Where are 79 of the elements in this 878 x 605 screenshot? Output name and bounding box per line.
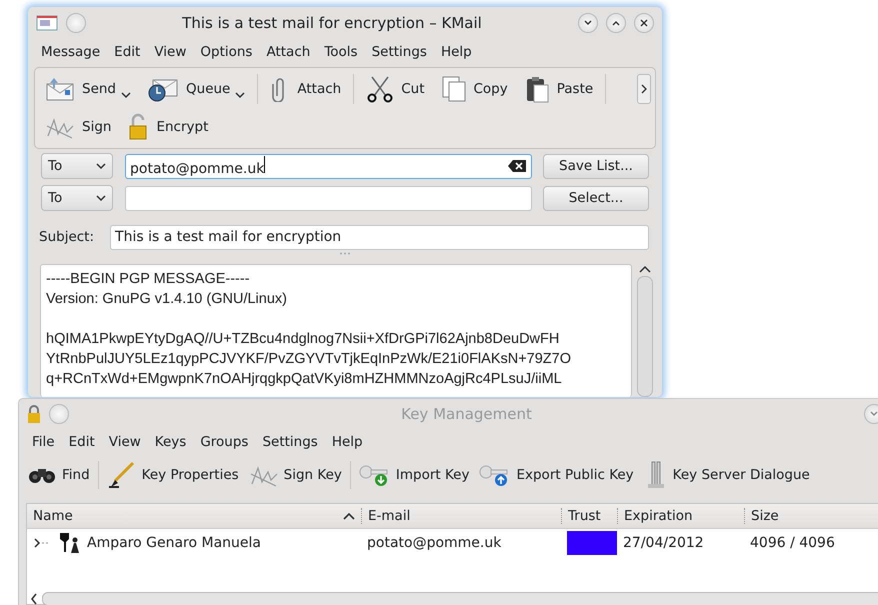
toolbar-button[interactable]: Paste xyxy=(518,73,600,105)
recipient-field[interactable]: potato@pomme.uk xyxy=(125,154,532,178)
message-line: q+RCnTxWd+EMgwpnK7nOAHjrqgkpQatVKyi8mHZHMMNzoAgjRc4PLsuJ/iiML xyxy=(46,370,563,389)
toolbar-button[interactable]: Export Public Key xyxy=(475,461,638,489)
toolbar-button[interactable]: Copy xyxy=(434,73,514,105)
pages-icon xyxy=(440,75,466,103)
pin-button[interactable] xyxy=(49,404,69,424)
menu-item[interactable]: Settings xyxy=(255,432,325,452)
window-title: This is a test mail for encryption – KMail xyxy=(181,14,483,32)
menu-item[interactable]: Tools xyxy=(317,42,365,62)
message-line: -----BEGIN PGP MESSAGE----- xyxy=(46,270,251,289)
window-title: Key Management xyxy=(400,405,533,423)
caret-icon xyxy=(235,91,246,99)
close-icon xyxy=(639,18,649,28)
column-header[interactable]: Size xyxy=(744,508,874,524)
recipient-type-dropdown[interactable]: To xyxy=(41,153,113,179)
pen-icon xyxy=(106,461,137,489)
key-pair-icon xyxy=(57,531,81,555)
table-cell: 4096 / 4096 xyxy=(750,535,835,551)
scrollbar[interactable] xyxy=(637,276,653,397)
padlock-icon xyxy=(127,113,150,141)
message-line: YtRnbPulJUY5LEz1qypPCJVYKF/PvZGYVTvTjkEqInPzWk/E21i0FlAKsN+79Z7O xyxy=(46,350,572,369)
toolbar-button[interactable]: Sign xyxy=(39,112,118,142)
clear-field-icon xyxy=(507,159,527,173)
close-button[interactable] xyxy=(634,13,654,33)
caret-icon xyxy=(121,91,132,99)
column-header[interactable]: Expiration xyxy=(617,508,744,524)
toolbar-button[interactable]: Import Key xyxy=(354,461,474,489)
menu-item[interactable]: View xyxy=(102,432,148,452)
column-header[interactable]: E-mail xyxy=(361,508,561,524)
sort-ascending-icon xyxy=(343,512,355,520)
maximize-button[interactable] xyxy=(606,13,626,33)
menu-item[interactable]: Settings xyxy=(364,42,434,62)
subject-field[interactable]: This is a test mail for encryption xyxy=(110,224,649,250)
column-header[interactable]: Name xyxy=(27,508,361,524)
message-body[interactable] xyxy=(40,264,632,397)
field-label: Subject: xyxy=(39,229,94,245)
toolbar-button[interactable]: Cut xyxy=(360,73,430,105)
menu-item[interactable]: View xyxy=(147,42,194,62)
recipient-field[interactable] xyxy=(125,186,532,210)
scroll-left-icon xyxy=(30,593,38,605)
table-cell: 27/04/2012 xyxy=(623,535,704,551)
padlock-icon xyxy=(27,404,41,424)
caret-icon xyxy=(96,194,106,202)
toolbar-button[interactable]: Queue xyxy=(141,74,252,104)
menu-item[interactable]: Edit xyxy=(62,432,102,452)
toolbar-button[interactable]: Attach xyxy=(264,74,348,104)
menu-item[interactable]: Keys xyxy=(148,432,194,452)
scroll-up-icon xyxy=(639,264,651,274)
recipient-button[interactable]: Select... xyxy=(543,186,649,210)
minimize-button[interactable] xyxy=(578,13,598,33)
menu-item[interactable]: Options xyxy=(193,42,260,62)
toolbar-button[interactable]: Key Server Dialogue xyxy=(640,458,814,492)
recipient-type-dropdown[interactable]: To xyxy=(41,185,113,211)
message-line: Version: GnuPG v1.4.10 (GNU/Linux) xyxy=(46,290,288,309)
table-cell: Amparo Genaro Manuela xyxy=(87,535,262,551)
more-button[interactable] xyxy=(637,74,651,104)
menu-item[interactable]: Help xyxy=(434,42,479,62)
menu-item[interactable]: Attach xyxy=(259,42,318,62)
menu-item[interactable]: File xyxy=(25,432,62,452)
menu-item[interactable]: Edit xyxy=(107,42,148,62)
scrollbar[interactable] xyxy=(42,592,878,605)
toolbar-button[interactable]: Key Properties xyxy=(102,459,243,491)
table-cell: potato@pomme.uk xyxy=(367,535,502,551)
menu-item[interactable]: Groups xyxy=(193,432,256,452)
message-line: hQIMA1PkwpEYtyDgAQ//U+TZBcu4ndglnog7Nsii+XfDrGPi7l62Ajnb8DeuDwFH xyxy=(46,330,560,349)
menu-item[interactable]: Message xyxy=(34,42,108,62)
toolbar-button[interactable]: Encrypt xyxy=(121,111,214,143)
column-header[interactable]: Trust xyxy=(561,508,617,524)
scissors-icon xyxy=(366,75,394,103)
recipient-button[interactable]: Save List... xyxy=(543,154,649,178)
menu-item[interactable]: Help xyxy=(324,432,370,452)
splitter-handle-icon xyxy=(339,252,351,255)
toolbar-button[interactable]: Sign Key xyxy=(244,460,346,490)
toolbar-button[interactable]: Send xyxy=(39,74,138,104)
toolbar-button[interactable]: Find xyxy=(23,462,94,488)
pin-button[interactable] xyxy=(66,13,86,33)
caret-icon xyxy=(96,162,106,170)
chevron-right-icon xyxy=(641,84,647,94)
